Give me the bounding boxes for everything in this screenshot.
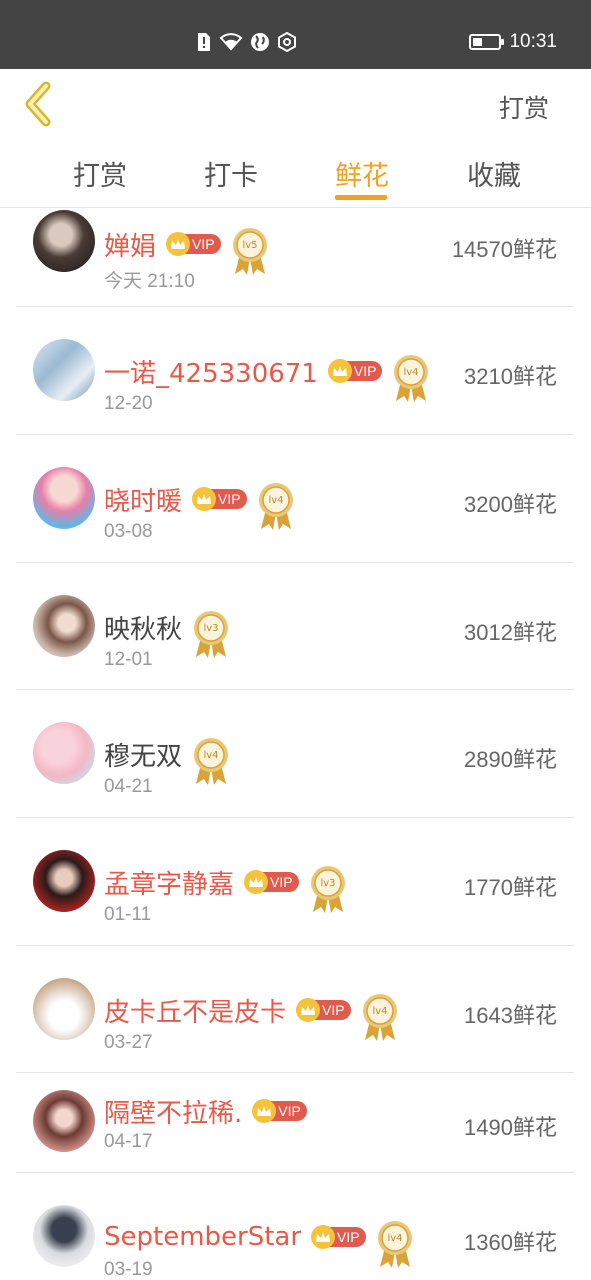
flower-ranking-list: 婵娟 VIP lv5 今天 21:10 14570鲜花 一诺_425330671… (0, 208, 591, 1280)
crown-icon (244, 870, 269, 894)
user-name: 晓时暖 (104, 486, 183, 517)
user-name: 一诺_425330671 (104, 358, 318, 389)
date: 01-11 (104, 904, 152, 925)
vip-badge: VIP (192, 487, 247, 511)
level-medal-icon: lv4 (394, 355, 429, 402)
avatar (33, 595, 95, 657)
name-line: 一诺_425330671 VIP lv4 (104, 339, 430, 403)
avatar (33, 1205, 95, 1267)
avatar (33, 722, 95, 784)
date: 04-21 (104, 776, 153, 797)
level-medal-icon: lv4 (258, 483, 293, 530)
user-name: 穆无双 (104, 741, 183, 772)
crown-icon (166, 232, 191, 256)
avatar (33, 339, 95, 401)
avatar (33, 210, 95, 272)
vip-badge: VIP (252, 1099, 307, 1123)
header: 打赏 (0, 69, 591, 139)
level-medal-icon: lv4 (362, 994, 397, 1041)
level-medal-icon: lv4 (377, 1221, 412, 1268)
list-item[interactable]: 孟章字静嘉 VIP lv3 01-11 1770鲜花 (16, 818, 574, 946)
svg-text:lv4: lv4 (372, 1006, 387, 1017)
tab-bar: 打赏 打卡 鲜花 收藏 (0, 139, 591, 208)
vip-badge: VIP (244, 870, 299, 894)
flower-count: 2890鲜花 (464, 747, 557, 772)
date: 03-08 (104, 521, 153, 542)
level-medal-icon: lv3 (194, 611, 229, 658)
sim-alert-icon (198, 33, 210, 51)
list-item[interactable]: 映秋秋 lv3 12-01 3012鲜花 (16, 563, 574, 690)
crown-icon (296, 998, 321, 1022)
flower-count: 1360鲜花 (464, 1230, 557, 1255)
status-right: 10:31 (469, 31, 557, 53)
user-name: 皮卡丘不是皮卡 (104, 997, 287, 1028)
flower-count: 14570鲜花 (451, 237, 557, 262)
date: 03-27 (104, 1032, 153, 1053)
reward-button[interactable]: 打赏 (499, 89, 549, 125)
list-item[interactable]: SeptemberStar VIP lv4 03-19 1360鲜花 (16, 1173, 574, 1280)
nfc-icon (278, 32, 296, 52)
svg-text:lv3: lv3 (203, 623, 218, 634)
battery-icon (469, 34, 505, 50)
flower-count: 3210鲜花 (464, 364, 557, 389)
flower-count: 1770鲜花 (464, 875, 557, 900)
list-item[interactable]: 晓时暖 VIP lv4 03-08 3200鲜花 (16, 435, 574, 563)
user-name: 孟章字静嘉 (104, 869, 235, 900)
back-button[interactable] (20, 81, 60, 127)
status-bar: 10:31 (0, 0, 591, 69)
list-item[interactable]: 婵娟 VIP lv5 今天 21:10 14570鲜花 (16, 208, 574, 307)
svg-text:lv4: lv4 (203, 750, 218, 761)
flower-count: 1490鲜花 (464, 1115, 557, 1140)
crown-icon (327, 359, 352, 383)
vip-badge: VIP (296, 998, 351, 1022)
user-name: 婵娟 (104, 231, 157, 262)
vip-badge: VIP (327, 359, 383, 383)
name-line: 隔壁不拉稀. VIP (104, 1093, 307, 1129)
tab-checkin[interactable]: 打卡 (204, 154, 258, 193)
active-tab-indicator (335, 195, 387, 200)
date: 今天 21:10 (104, 271, 195, 292)
user-name: 隔壁不拉稀. (104, 1098, 243, 1129)
avatar (33, 978, 95, 1040)
flower-count: 1643鲜花 (464, 1003, 557, 1028)
tab-flowers[interactable]: 鲜花 (335, 154, 389, 193)
date: 04-17 (104, 1131, 153, 1152)
wifi-icon (219, 33, 243, 51)
list-item[interactable]: 皮卡丘不是皮卡 VIP lv4 03-27 1643鲜花 (16, 946, 574, 1073)
crown-icon (311, 1225, 336, 1249)
level-medal-icon: lv4 (194, 738, 229, 785)
list-item[interactable]: 穆无双 lv4 04-21 2890鲜花 (16, 690, 574, 818)
user-name: SeptemberStar (104, 1222, 302, 1252)
date: 03-19 (104, 1259, 153, 1280)
user-name: 映秋秋 (104, 614, 183, 645)
level-medal-icon: lv5 (232, 228, 267, 275)
svg-text:lv5: lv5 (242, 240, 257, 251)
list-item[interactable]: 隔壁不拉稀. VIP 04-17 1490鲜花 (16, 1073, 574, 1173)
flower-count: 3200鲜花 (464, 492, 557, 517)
date: 12-20 (104, 393, 153, 414)
svg-text:lv4: lv4 (268, 495, 283, 506)
vip-badge: VIP (166, 232, 221, 256)
chevron-left-icon (25, 81, 51, 127)
svg-text:lv4: lv4 (387, 1233, 402, 1244)
avatar (33, 467, 95, 529)
avatar (33, 1090, 95, 1152)
svg-text:lv3: lv3 (320, 878, 335, 889)
svg-text:lv4: lv4 (404, 367, 419, 378)
tab-reward[interactable]: 打赏 (73, 154, 127, 193)
status-icons (196, 32, 297, 52)
globe-icon (251, 33, 269, 51)
date: 12-01 (104, 649, 153, 670)
list-item[interactable]: 一诺_425330671 VIP lv4 12-20 3210鲜花 (16, 307, 574, 435)
tab-favorites[interactable]: 收藏 (467, 154, 521, 193)
level-medal-icon: lv3 (310, 866, 345, 913)
flower-count: 3012鲜花 (464, 620, 557, 645)
clock: 10:31 (509, 31, 557, 52)
crown-icon (192, 487, 217, 511)
avatar (33, 850, 95, 912)
vip-badge: VIP (311, 1225, 366, 1249)
